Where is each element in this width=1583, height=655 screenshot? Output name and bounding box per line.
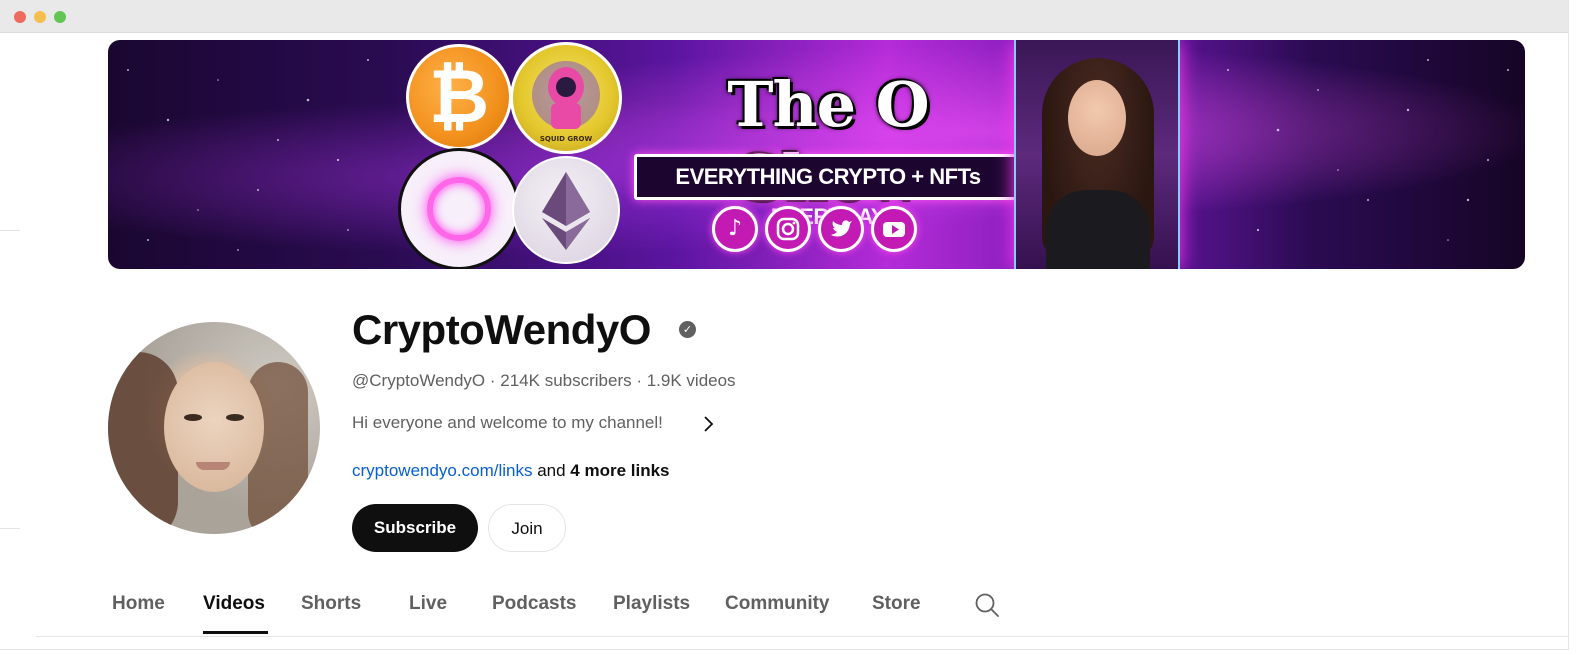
tab-store[interactable]: Store [872,593,921,615]
ethereum-logo [512,156,620,264]
active-tab-indicator [203,631,268,634]
tab-community[interactable]: Community [725,593,830,615]
banner-portrait [1014,40,1180,269]
search-icon[interactable] [974,592,1000,618]
window-titlebar [0,0,1568,33]
tab-playlists[interactable]: Playlists [613,593,690,615]
chevron-right-icon[interactable] [700,414,718,434]
minimize-window-button[interactable] [34,11,46,23]
channel-link[interactable]: cryptowendyo.com/links [352,461,532,480]
tab-podcasts[interactable]: Podcasts [492,593,576,615]
instagram-icon [765,206,811,252]
svg-text:SQUID GROW: SQUID GROW [540,135,593,143]
tiktok-icon: ♪ [712,206,758,252]
channel-meta: @CryptoWendyO · 214K subscribers · 1.9K … [352,371,736,391]
channel-links: cryptowendyo.com/links and 4 more links [352,461,670,481]
channel-description[interactable]: Hi everyone and welcome to my channel! [352,413,663,433]
join-button[interactable]: Join [488,504,566,552]
tab-live[interactable]: Live [409,593,447,615]
twitter-icon [818,206,864,252]
more-links-button[interactable]: 4 more links [570,461,669,480]
divider [0,230,20,231]
ring-logo [398,148,520,269]
close-window-button[interactable] [14,11,26,23]
verified-badge-icon[interactable]: ✓ [679,321,696,338]
maximize-window-button[interactable] [54,11,66,23]
subscriber-count: 214K subscribers [500,371,632,390]
channel-banner: ₿ SQUID GROW The O Show EVERYTHING CRYPT… [108,40,1525,269]
tab-shorts[interactable]: Shorts [301,593,361,615]
subscribe-button[interactable]: Subscribe [352,504,478,552]
meta-separator: · [631,371,647,390]
banner-tagline: EVERYTHING CRYPTO + NFTs EVERYDAY [634,154,1022,229]
tab-home[interactable]: Home [112,593,165,615]
links-connector: and [532,461,571,480]
channel-name: CryptoWendyO [352,306,651,353]
channel-handle: @CryptoWendyO [352,371,486,390]
squid-grow-logo: SQUID GROW [510,42,622,154]
channel-avatar[interactable] [108,322,320,534]
bitcoin-logo: ₿ [406,44,512,150]
video-count: 1.9K videos [646,371,736,390]
channel-tabs: Home Videos Shorts Live Podcasts Playlis… [36,580,1568,637]
youtube-icon [871,206,917,252]
tab-videos[interactable]: Videos [203,593,265,615]
meta-separator: · [485,371,501,390]
divider [0,528,20,529]
